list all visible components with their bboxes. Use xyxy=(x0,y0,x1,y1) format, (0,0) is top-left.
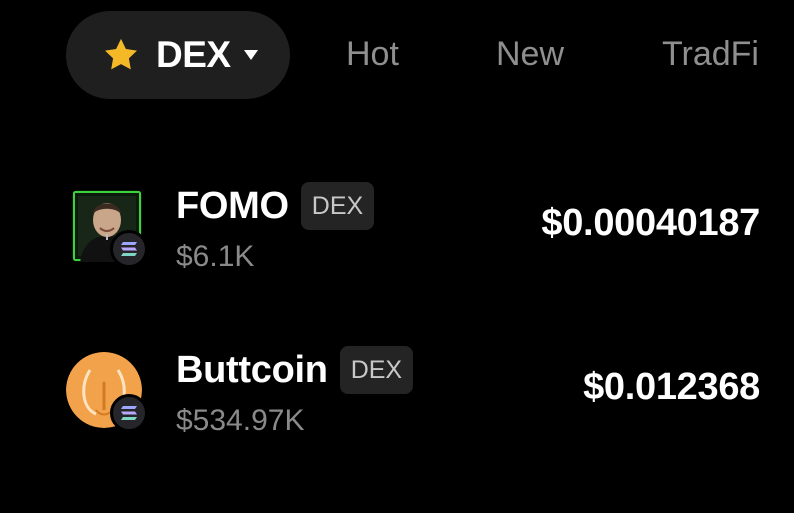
category-tabs: DEX Hot New TradFi xyxy=(66,11,759,99)
token-price: $0.012368 xyxy=(583,366,760,408)
solana-icon xyxy=(110,230,148,268)
token-avatar xyxy=(66,188,148,270)
token-name-line: Buttcoin DEX xyxy=(176,344,414,396)
token-avatar xyxy=(66,352,148,434)
dex-badge: DEX xyxy=(339,346,414,394)
tab-hot[interactable]: Hot xyxy=(346,35,399,74)
tab-dex-label: DEX xyxy=(156,34,231,75)
chevron-down-icon xyxy=(243,50,258,60)
market-screen: DEX Hot New TradFi FOMO DEX $6.1K $0.000… xyxy=(0,0,794,513)
tab-new[interactable]: New xyxy=(496,35,564,74)
market-cap: $6.1K xyxy=(176,240,255,273)
token-name: FOMO xyxy=(176,184,289,227)
market-cap: $534.97K xyxy=(176,404,305,437)
token-name: Buttcoin xyxy=(176,348,328,391)
token-row-buttcoin[interactable]: Buttcoin DEX $534.97K $0.012368 xyxy=(0,340,794,450)
solana-icon xyxy=(110,394,148,432)
star-icon xyxy=(105,38,137,70)
token-row-fomo[interactable]: FOMO DEX $6.1K $0.00040187 xyxy=(0,176,794,286)
dex-badge: DEX xyxy=(300,182,375,230)
tab-tradfi[interactable]: TradFi xyxy=(662,35,759,74)
token-name-line: FOMO DEX xyxy=(176,180,375,232)
tab-dex-dropdown[interactable]: DEX xyxy=(66,11,290,99)
token-price: $0.00040187 xyxy=(541,202,760,244)
